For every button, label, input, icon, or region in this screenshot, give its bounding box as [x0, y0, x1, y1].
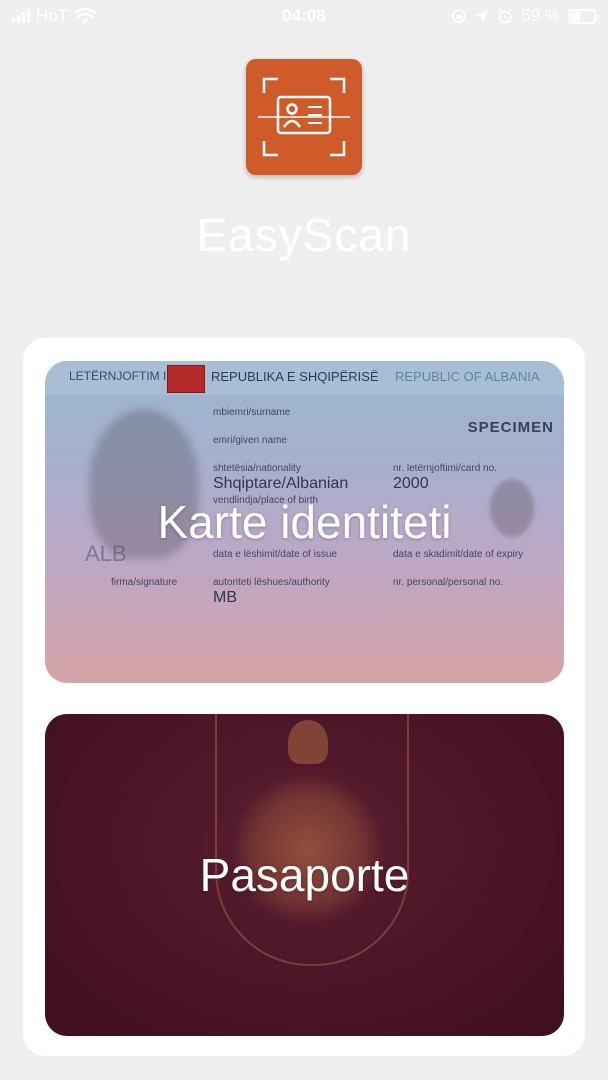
- field-date-of-issue: data e lëshimit/date of issue: [213, 549, 337, 560]
- app-name: EasyScan: [196, 209, 412, 261]
- albania-flag-icon: [167, 365, 205, 393]
- id-card-option[interactable]: LETËRNJOFTIM ID REPUBLIKA E SHQIPËRISË R…: [45, 361, 564, 683]
- field-card-no: nr. letërnjoftimi/card no.: [393, 463, 497, 474]
- field-authority-value: MB: [213, 589, 237, 606]
- app-logo: [246, 59, 362, 175]
- location-icon: [476, 10, 489, 22]
- helmet-icon: [288, 720, 328, 764]
- field-given-name: emri/given name: [213, 435, 287, 446]
- field-signature: firma/signature: [111, 577, 178, 588]
- field-personal-no: nr. personal/personal no.: [393, 577, 504, 588]
- orientation-lock-icon: [452, 9, 467, 23]
- id-scan-icon: [258, 77, 350, 157]
- status-right: 59 %: [451, 6, 599, 26]
- document-options-panel: LETËRNJOFTIM ID REPUBLIKA E SHQIPËRISË R…: [23, 338, 585, 1056]
- id-header-right: REPUBLIC OF ALBANIA: [395, 369, 540, 384]
- id-header-center: REPUBLIKA E SHQIPËRISË: [211, 369, 379, 384]
- field-date-of-expiry: data e skadimit/date of expiry: [393, 549, 524, 560]
- status-bar: HoT 04:08 59 %: [0, 0, 608, 32]
- field-nationality-value: Shqiptare/Albanian: [213, 475, 349, 492]
- id-card-option-label: Karte identiteti: [157, 496, 452, 548]
- battery-percent: 59 %: [521, 6, 560, 25]
- specimen-label: SPECIMEN: [467, 419, 554, 436]
- field-authority: autoriteti lëshues/authority: [213, 577, 330, 588]
- field-card-no-value: 2000: [393, 475, 429, 492]
- id-header-left: LETËRNJOFTIM ID: [69, 369, 176, 383]
- field-nationality: shtetësia/nationality: [213, 463, 301, 474]
- passport-option[interactable]: Pasaporte: [45, 714, 564, 1036]
- passport-option-label: Pasaporte: [199, 849, 410, 901]
- alarm-icon: [498, 8, 512, 24]
- field-surname: mbiemri/surname: [213, 407, 291, 418]
- battery-icon: [568, 8, 599, 24]
